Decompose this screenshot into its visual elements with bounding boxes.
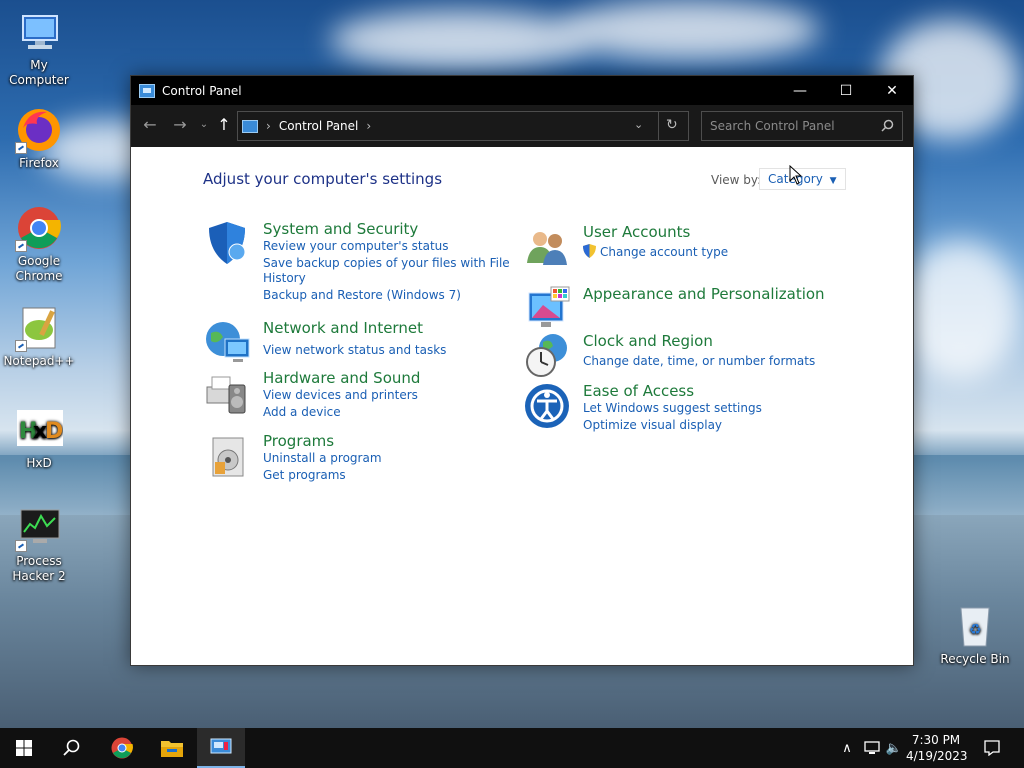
title-bar[interactable]: Control Panel — ☐ ✕ — [131, 76, 913, 105]
shortcut-arrow-icon — [15, 340, 27, 352]
uac-shield-icon — [583, 244, 596, 262]
desktop-icon-chrome[interactable]: Google Chrome — [1, 204, 77, 284]
desktop-icon-firefox[interactable]: Firefox — [1, 106, 77, 171]
link-optimize-visual-display[interactable]: Optimize visual display — [583, 418, 722, 433]
link-network-status[interactable]: View network status and tasks — [263, 343, 446, 358]
clock-globe-icon[interactable] — [523, 332, 571, 380]
search-icon[interactable] — [881, 119, 894, 135]
programs-icon[interactable] — [203, 432, 251, 480]
breadcrumb-control-panel[interactable]: Control Panel — [279, 119, 359, 133]
svg-text:♻: ♻ — [969, 622, 982, 638]
control-panel-icon — [242, 119, 258, 133]
category-title[interactable]: Appearance and Personalization — [583, 285, 825, 303]
appearance-monitor-icon[interactable] — [523, 285, 571, 333]
network-icon[interactable] — [862, 728, 882, 768]
shield-icon[interactable] — [203, 220, 251, 268]
svg-text:D: D — [45, 419, 63, 444]
category-title[interactable]: Ease of Access — [583, 382, 694, 400]
system-clock[interactable]: 7:30 PM 4/19/2023 — [906, 732, 968, 764]
control-panel-icon — [139, 83, 155, 98]
link-get-programs[interactable]: Get programs — [263, 468, 346, 483]
recent-locations-chevron-icon[interactable]: ⌄ — [193, 115, 215, 137]
notifications-icon[interactable] — [978, 728, 1006, 768]
network-globe-icon[interactable] — [203, 319, 251, 367]
up-arrow-icon[interactable]: ↑ — [213, 115, 235, 137]
desktop-icon-my-computer[interactable]: My Computer — [1, 8, 77, 88]
search-input[interactable]: Search Control Panel — [710, 119, 835, 133]
search-icon[interactable] — [48, 728, 96, 768]
desktop-icon-label: Firefox — [19, 156, 59, 170]
link-file-history-cont[interactable]: History — [263, 271, 306, 286]
category-title[interactable]: Network and Internet — [263, 319, 423, 337]
clock-date: 4/19/2023 — [906, 749, 968, 763]
close-button[interactable]: ✕ — [869, 76, 915, 105]
breadcrumb-separator[interactable]: › — [366, 119, 371, 133]
chrome-taskbar-icon[interactable] — [98, 728, 146, 768]
dropdown-arrow-icon: ▼ — [829, 176, 837, 186]
link-backup-restore[interactable]: Backup and Restore (Windows 7) — [263, 288, 461, 303]
mouse-cursor-icon — [789, 164, 803, 189]
users-icon[interactable] — [523, 223, 571, 271]
taskbar: ∧ 🔈 7:30 PM 4/19/2023 — [0, 728, 1024, 768]
ease-of-access-icon[interactable] — [523, 382, 571, 430]
address-bar[interactable]: › Control Panel › ⌄ ↻ — [237, 111, 689, 141]
desktop-icon-process-hacker[interactable]: Process Hacker 2 — [1, 504, 77, 584]
forward-arrow-icon[interactable]: → — [169, 115, 191, 137]
start-windows-icon[interactable] — [0, 728, 48, 768]
link-change-account-type[interactable]: Change account type — [600, 245, 728, 260]
show-hidden-icons-chevron[interactable]: ∧ — [838, 728, 856, 768]
desktop-icon-label: Google Chrome — [15, 254, 63, 283]
category-title[interactable]: System and Security — [263, 220, 418, 238]
volume-icon[interactable]: 🔈 — [884, 728, 904, 768]
link-add-device[interactable]: Add a device — [263, 405, 341, 420]
refresh-icon[interactable]: ↻ — [666, 117, 678, 133]
category-title[interactable]: Clock and Region — [583, 332, 713, 350]
breadcrumb-separator: › — [266, 119, 271, 133]
process-hacker-icon — [15, 504, 63, 552]
minimize-button[interactable]: — — [777, 76, 823, 105]
desktop-icon-label: My Computer — [9, 58, 69, 87]
address-dropdown-chevron-icon[interactable]: ⌄ — [634, 118, 643, 131]
back-arrow-icon[interactable]: ← — [139, 115, 161, 137]
window-title: Control Panel — [162, 83, 242, 98]
maximize-button[interactable]: ☐ — [823, 76, 869, 105]
category-title[interactable]: User Accounts — [583, 223, 690, 241]
link-devices-printers[interactable]: View devices and printers — [263, 388, 418, 403]
page-title: Adjust your computer's settings — [203, 170, 443, 188]
desktop-icon-hxd[interactable]: HxD HxD — [1, 406, 77, 471]
navigation-bar: ← → ⌄ ↑ › Control Panel › ⌄ ↻ Search Con… — [131, 105, 913, 147]
search-box[interactable]: Search Control Panel — [701, 111, 903, 141]
category-title[interactable]: Programs — [263, 432, 334, 450]
control-panel-content: Adjust your computer's settings View by:… — [131, 147, 913, 665]
desktop-icon-label: Recycle Bin — [940, 652, 1010, 666]
recycle-bin-icon: ♻ — [951, 602, 999, 650]
category-title[interactable]: Hardware and Sound — [263, 369, 420, 387]
shortcut-arrow-icon — [15, 240, 27, 252]
clock-time: 7:30 PM — [911, 733, 961, 747]
computer-icon — [15, 8, 63, 56]
control-panel-window: Control Panel — ☐ ✕ ← → ⌄ ↑ › Control Pa… — [130, 75, 914, 666]
link-review-status[interactable]: Review your computer's status — [263, 239, 449, 254]
desktop-icon-recycle-bin[interactable]: ♻ Recycle Bin — [937, 602, 1013, 667]
desktop-icon-label: Notepad++ — [3, 354, 75, 368]
link-file-history[interactable]: Save backup copies of your files with Fi… — [263, 256, 510, 271]
firefox-icon — [15, 106, 63, 154]
desktop-icon-notepadpp[interactable]: Notepad++ — [1, 304, 77, 369]
shortcut-arrow-icon — [15, 540, 27, 552]
link-uninstall-program[interactable]: Uninstall a program — [263, 451, 382, 466]
control-panel-taskbar-button[interactable] — [197, 728, 245, 768]
file-explorer-icon[interactable] — [148, 728, 196, 768]
link-windows-suggest-settings[interactable]: Let Windows suggest settings — [583, 401, 762, 416]
shortcut-arrow-icon — [15, 142, 27, 154]
address-divider — [658, 112, 659, 140]
chrome-icon — [15, 204, 63, 252]
hxd-icon: HxD — [15, 406, 63, 454]
desktop-icon-label: Process Hacker 2 — [12, 554, 66, 583]
desktop-icon-label: HxD — [26, 456, 52, 470]
view-by-label: View by: — [711, 173, 762, 187]
printer-speaker-icon[interactable] — [203, 369, 251, 417]
link-change-date-time[interactable]: Change date, time, or number formats — [583, 354, 815, 369]
notepadpp-icon — [15, 304, 63, 352]
